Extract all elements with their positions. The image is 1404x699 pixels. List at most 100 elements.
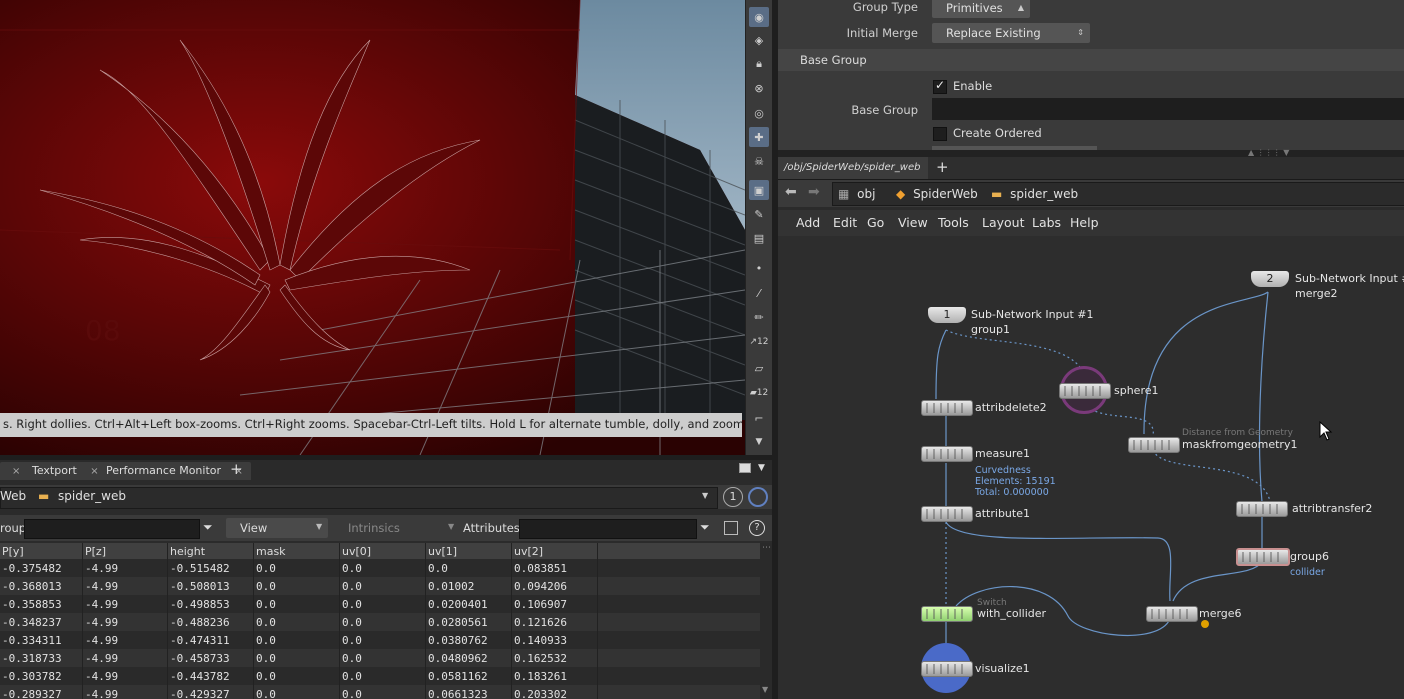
switch-node[interactable] xyxy=(921,606,973,622)
pane-splitter[interactable]: ▲ ⋮⋮⋮ ▼ xyxy=(778,148,1404,157)
spreadsheet-table[interactable]: P[y] P[z] height mask uv[0] uv[1] uv[2] … xyxy=(0,543,760,699)
group-node[interactable] xyxy=(1236,548,1290,566)
angle-icon[interactable]: ⌐ xyxy=(749,408,769,428)
column-header[interactable]: uv[2] xyxy=(511,543,598,559)
table-cell[interactable]: 0.106907 xyxy=(511,595,598,613)
attribdelete-node[interactable] xyxy=(921,400,973,416)
table-cell[interactable]: 0.0 xyxy=(339,577,426,595)
table-cell[interactable]: 0.0 xyxy=(253,631,340,649)
table-cell[interactable]: 0.094206 xyxy=(511,577,598,595)
tab-textport[interactable]: Textport × xyxy=(26,462,107,480)
table-cell[interactable]: -0.303782 xyxy=(0,667,83,685)
table-cell[interactable]: 0.0 xyxy=(339,613,426,631)
table-cell[interactable]: 0.083851 xyxy=(511,559,598,577)
table-cell[interactable]: 0.01002 xyxy=(425,577,512,595)
dot-icon[interactable]: • xyxy=(749,258,769,278)
table-cell[interactable]: 0.162532 xyxy=(511,649,598,667)
link-icon[interactable] xyxy=(748,487,768,507)
column-header[interactable]: mask xyxy=(253,543,340,559)
table-cell[interactable]: -4.99 xyxy=(82,613,168,631)
table-cell[interactable]: -0.508013 xyxy=(167,577,254,595)
column-header[interactable]: P[z] xyxy=(82,543,168,559)
settings-icon[interactable] xyxy=(724,521,738,535)
number-12-icon[interactable]: ↗12 xyxy=(749,332,769,352)
forward-icon[interactable]: ➡ xyxy=(808,184,820,200)
table-cell[interactable]: 0.0 xyxy=(339,667,426,685)
close-icon[interactable]: × xyxy=(90,466,98,477)
table-cell[interactable]: 0.0280561 xyxy=(425,613,512,631)
table-cell[interactable]: -0.334311 xyxy=(0,631,83,649)
breadcrumb-spider-web[interactable]: ▬ spider_web xyxy=(991,183,1078,205)
lock-icon[interactable]: 🔒︎ xyxy=(749,54,769,74)
table-cell[interactable]: 0.121626 xyxy=(511,613,598,631)
table-cell[interactable]: 0.0 xyxy=(253,649,340,667)
column-header[interactable]: P[y] xyxy=(0,543,83,559)
table-cell[interactable]: 0.0 xyxy=(339,685,426,699)
menu-add[interactable]: Add xyxy=(796,210,820,236)
table-cell[interactable]: 0.0 xyxy=(253,685,340,699)
attribute-node[interactable] xyxy=(921,506,973,522)
back-icon[interactable]: ⬅ xyxy=(785,184,797,200)
pencil-icon[interactable]: ✏ xyxy=(749,307,769,327)
table-cell[interactable]: -0.515482 xyxy=(167,559,254,577)
menu-edit[interactable]: Edit xyxy=(833,210,857,236)
paint-icon[interactable]: ▤ xyxy=(749,228,769,248)
skull-icon[interactable]: ☠ xyxy=(749,151,769,171)
table-cell[interactable]: 0.0 xyxy=(339,649,426,667)
network-canvas[interactable]: 1 Sub-Network Input #1 group1 2 Sub-Netw… xyxy=(778,236,1404,699)
tab-performance-monitor[interactable]: Performance Monitor × xyxy=(100,462,251,480)
menu-tools[interactable]: Tools xyxy=(938,210,969,236)
eraser-icon[interactable]: ▱ xyxy=(749,358,769,378)
spreadsheet-scrollbar[interactable]: ⋯ ▼ xyxy=(760,543,772,699)
pin-badge[interactable]: 1 xyxy=(723,487,743,507)
intrinsics-dropdown[interactable]: Intrinsics ▼ xyxy=(336,518,458,538)
menu-help[interactable]: Help xyxy=(1070,210,1099,236)
table-cell[interactable]: -4.99 xyxy=(82,595,168,613)
scene-viewport[interactable]: 08 xyxy=(0,0,745,455)
table-cell[interactable]: 0.0480962 xyxy=(425,649,512,667)
group-filter-input[interactable] xyxy=(24,519,200,539)
table-cell[interactable]: -4.99 xyxy=(82,577,168,595)
table-cell[interactable]: 0.0380762 xyxy=(425,631,512,649)
table-cell[interactable]: -4.99 xyxy=(82,685,168,699)
add-tab-button[interactable]: + xyxy=(936,158,949,176)
add-tab-button[interactable]: + xyxy=(230,460,243,478)
measure-12-icon[interactable]: ▰12 xyxy=(749,383,769,403)
table-cell[interactable]: -0.348237 xyxy=(0,613,83,631)
table-cell[interactable]: 0.0 xyxy=(253,667,340,685)
scroll-down-icon[interactable]: ▼ xyxy=(762,685,768,694)
table-cell[interactable]: -0.488236 xyxy=(167,613,254,631)
table-cell[interactable]: -4.99 xyxy=(82,631,168,649)
breadcrumb-spiderweb[interactable]: ◆ SpiderWeb xyxy=(896,183,978,205)
attribtransfer-node[interactable] xyxy=(1236,501,1288,517)
table-cell[interactable]: 0.0 xyxy=(339,631,426,649)
column-header[interactable]: uv[1] xyxy=(425,543,512,559)
table-cell[interactable]: 0.183261 xyxy=(511,667,598,685)
table-cell[interactable]: 0.140933 xyxy=(511,631,598,649)
table-cell[interactable]: 0.0 xyxy=(253,595,340,613)
table-row[interactable]: -0.358853 -4.99 -0.498853 0.0 0.0 0.0200401 0.… xyxy=(0,595,760,613)
pen-icon[interactable]: ⁄ xyxy=(749,283,769,303)
subnet-input-2-node[interactable]: 2 xyxy=(1251,271,1289,287)
table-row[interactable]: -0.375482 -4.99 -0.515482 0.0 0.0 0.0 0.083851 xyxy=(0,559,760,577)
table-row[interactable]: -0.318733 -4.99 -0.458733 0.0 0.0 0.0480962 0.… xyxy=(0,649,760,667)
table-cell[interactable]: 0.0 xyxy=(253,559,340,577)
table-cell[interactable]: 0.203302 xyxy=(511,685,598,699)
menu-layout[interactable]: Layout xyxy=(982,210,1025,236)
close-icon[interactable]: × xyxy=(12,466,20,477)
table-cell[interactable]: 0.0 xyxy=(253,577,340,595)
more-icon[interactable]: ▼ xyxy=(749,432,769,452)
table-cell[interactable]: 0.0581162 xyxy=(425,667,512,685)
table-row[interactable]: -0.334311 -4.99 -0.474311 0.0 0.0 0.0380762 0.… xyxy=(0,631,760,649)
table-cell[interactable]: -0.318733 xyxy=(0,649,83,667)
column-header[interactable]: height xyxy=(167,543,254,559)
brush-icon[interactable]: ✎ xyxy=(749,204,769,224)
measure-node[interactable] xyxy=(921,446,973,462)
base-group-field[interactable] xyxy=(932,98,1404,120)
handle-icon[interactable]: ✚ xyxy=(749,127,769,147)
view-dropdown[interactable]: View ▼ xyxy=(226,518,328,538)
lighting-icon[interactable]: ◎ xyxy=(749,103,769,123)
table-row[interactable]: -0.348237 -4.99 -0.488236 0.0 0.0 0.0280561 0.… xyxy=(0,613,760,631)
initial-merge-dropdown[interactable]: Replace Existing ⇕ xyxy=(932,23,1090,43)
table-row[interactable]: -0.289327 -4.99 -0.429327 0.0 0.0 0.0661323 0.… xyxy=(0,685,760,699)
